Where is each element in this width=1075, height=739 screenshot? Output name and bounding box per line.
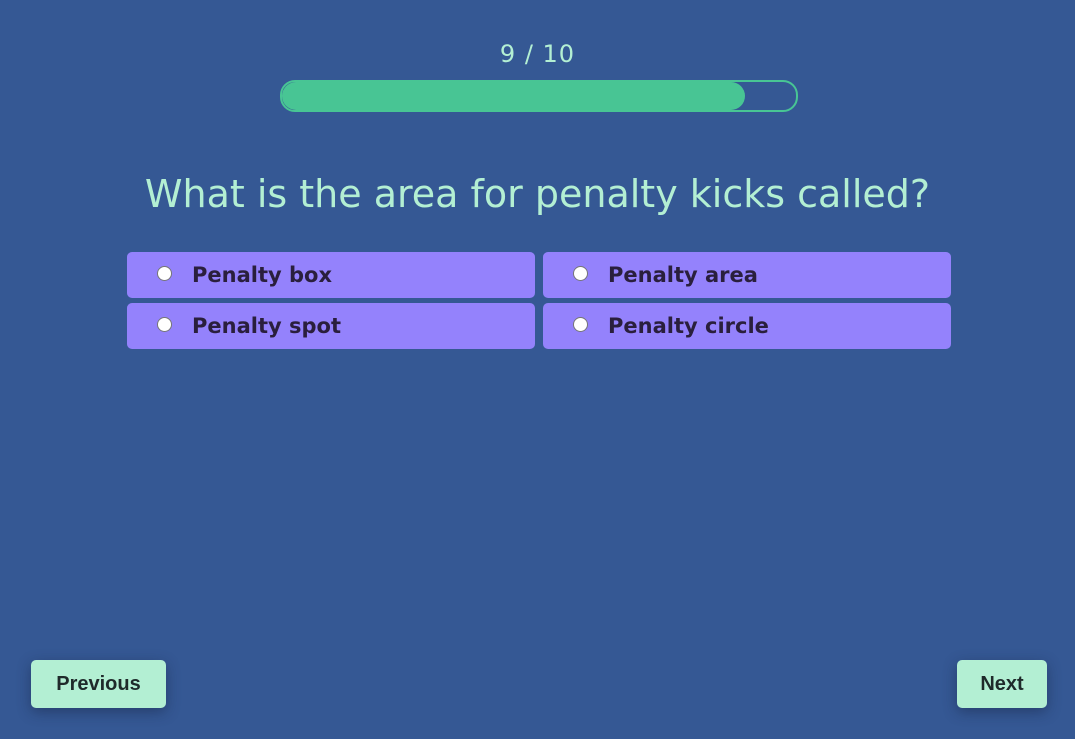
next-button[interactable]: Next [957, 660, 1047, 708]
answer-option[interactable]: Penalty spot [127, 303, 535, 349]
radio-button[interactable] [157, 317, 172, 332]
answer-option[interactable]: Penalty circle [543, 303, 951, 349]
radio-button[interactable] [157, 266, 172, 281]
answer-option-label: Penalty circle [608, 314, 769, 338]
radio-button[interactable] [573, 266, 588, 281]
answer-option-label: Penalty spot [192, 314, 341, 338]
answer-option[interactable]: Penalty area [543, 252, 951, 298]
answer-option-label: Penalty area [608, 263, 758, 287]
answer-option-label: Penalty box [192, 263, 332, 287]
answer-option[interactable]: Penalty box [127, 252, 535, 298]
progress-bar [280, 80, 798, 112]
question-text: What is the area for penalty kicks calle… [144, 172, 931, 216]
progress-bar-fill [282, 82, 745, 110]
question-counter: 9 / 10 [499, 40, 576, 68]
previous-button[interactable]: Previous [31, 660, 166, 708]
radio-button[interactable] [573, 317, 588, 332]
